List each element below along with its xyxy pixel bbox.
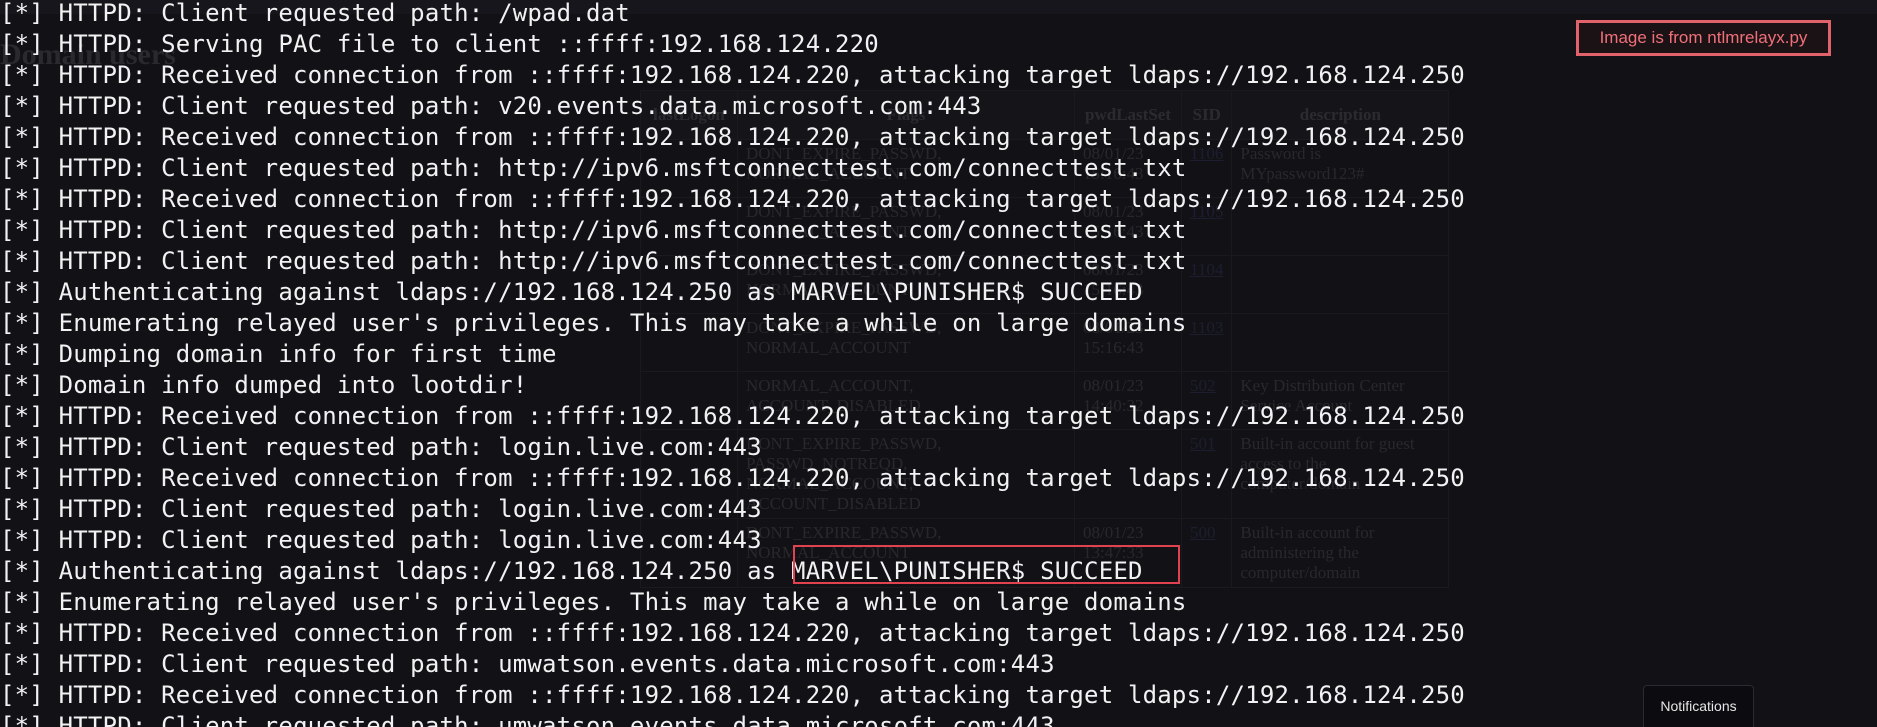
terminal-line: [*] HTTPD: Client requested path: http:/… [0, 154, 1187, 182]
terminal-line: [*] HTTPD: Client requested path: login.… [0, 526, 762, 554]
terminal-line: [*] HTTPD: Received connection from ::ff… [0, 61, 1465, 89]
terminal-screenshot: Domain users lastLogon Flags pwdLastSet … [0, 0, 1877, 727]
terminal-line: [*] HTTPD: Received connection from ::ff… [0, 185, 1465, 213]
terminal-line: [*] HTTPD: Client requested path: umwats… [0, 712, 1055, 727]
terminal-line: [*] Authenticating against ldaps://192.1… [0, 557, 1143, 585]
credit-label: Image is from ntlmrelayx.py [1576, 20, 1831, 56]
terminal-line: [*] HTTPD: Received connection from ::ff… [0, 402, 1465, 430]
terminal-output: [*] HTTPD: Client requested path: /wpad.… [0, 0, 1877, 727]
terminal-line: [*] HTTPD: Client requested path: login.… [0, 433, 762, 461]
terminal-line: [*] HTTPD: Received connection from ::ff… [0, 681, 1465, 709]
terminal-line: [*] HTTPD: Client requested path: login.… [0, 495, 762, 523]
terminal-line: [*] Domain info dumped into lootdir! [0, 371, 528, 399]
terminal-line: [*] HTTPD: Client requested path: umwats… [0, 650, 1055, 678]
terminal-line: [*] Authenticating against ldaps://192.1… [0, 278, 1143, 306]
terminal-line: [*] HTTPD: Received connection from ::ff… [0, 619, 1465, 647]
terminal-line: [*] HTTPD: Client requested path: v20.ev… [0, 92, 982, 120]
terminal-line: [*] Enumerating relayed user's privilege… [0, 588, 1187, 616]
terminal-line: [*] HTTPD: Received connection from ::ff… [0, 464, 1465, 492]
terminal-line: [*] HTTPD: Client requested path: http:/… [0, 247, 1187, 275]
terminal-line: [*] HTTPD: Received connection from ::ff… [0, 123, 1465, 151]
terminal-line: [*] Enumerating relayed user's privilege… [0, 309, 1187, 337]
notifications-button[interactable]: Notifications [1643, 685, 1754, 727]
terminal-line: [*] HTTPD: Client requested path: http:/… [0, 216, 1187, 244]
terminal-line: [*] Dumping domain info for first time [0, 340, 557, 368]
